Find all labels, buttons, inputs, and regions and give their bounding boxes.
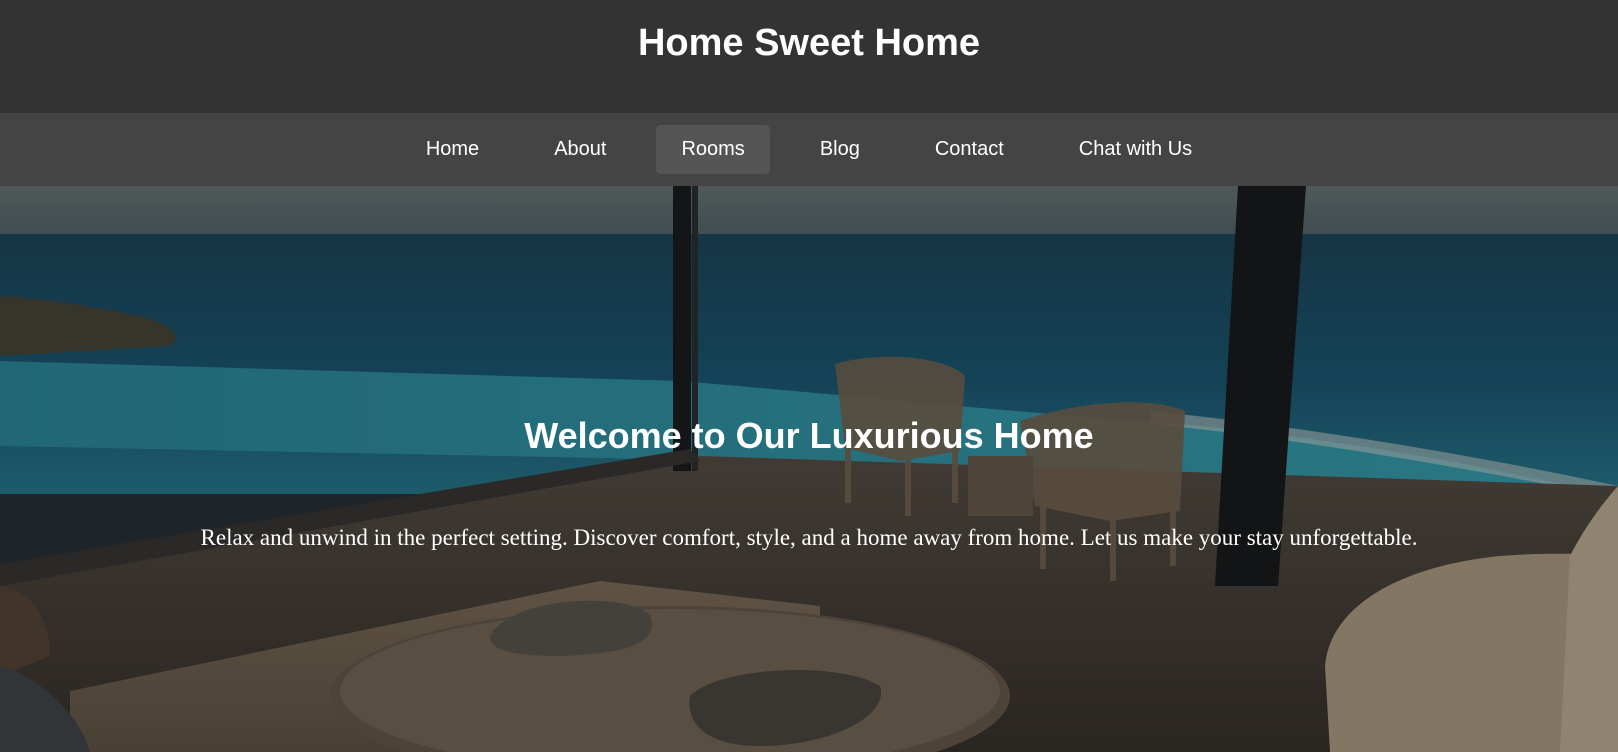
hero-heading: Welcome to Our Luxurious Home [524, 415, 1094, 456]
nav-item-contact[interactable]: Contact [910, 125, 1029, 174]
nav-item-home[interactable]: Home [401, 125, 504, 174]
hero-section: Welcome to Our Luxurious Home Relax and … [0, 186, 1618, 752]
site-title: Home Sweet Home [637, 22, 981, 64]
hero-content: Welcome to Our Luxurious Home Relax and … [0, 186, 1618, 752]
nav-item-blog[interactable]: Blog [795, 125, 885, 174]
nav-item-chat-with-us[interactable]: Chat with Us [1054, 125, 1217, 174]
main-nav: Home About Rooms Blog Contact Chat with … [0, 113, 1618, 186]
hero-description: Relax and unwind in the perfect setting.… [200, 525, 1418, 550]
nav-item-rooms[interactable]: Rooms [656, 125, 770, 174]
nav-item-about[interactable]: About [529, 125, 631, 174]
site-header: Home Sweet Home [0, 0, 1618, 113]
